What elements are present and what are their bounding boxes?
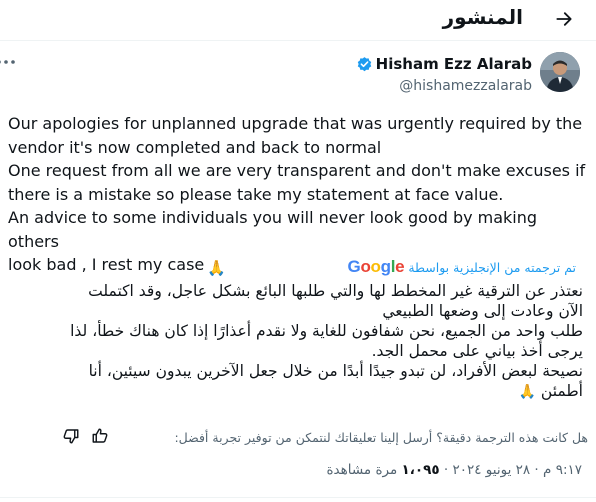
praying-hands-emoji: 🙏 bbox=[207, 259, 226, 277]
more-options-icon[interactable] bbox=[0, 53, 18, 71]
praying-hands-emoji-translation: 🙏 bbox=[518, 384, 536, 400]
views-count: ١،٠٩٥ bbox=[401, 462, 440, 478]
thumbs-down-icon[interactable] bbox=[62, 427, 80, 445]
thumbs-up-icon[interactable] bbox=[91, 427, 109, 445]
google-logo-icon: Google bbox=[347, 257, 405, 276]
author-name-row: Hisham Ezz Alarab bbox=[356, 55, 532, 73]
page-title: المنشور bbox=[442, 5, 523, 29]
tweet-text-body: Our apologies for unplanned upgrade that… bbox=[8, 114, 586, 274]
translated-by-label[interactable]: تم ترجمته من الإنجليزية بواسطة bbox=[408, 260, 576, 275]
author-name[interactable]: Hisham Ezz Alarab bbox=[376, 55, 532, 73]
author-row: Hisham Ezz Alarab @hishamezzalarab bbox=[0, 52, 580, 100]
views-label: مرة مشاهدة bbox=[326, 462, 398, 478]
avatar-image bbox=[540, 52, 580, 92]
verified-badge-icon bbox=[357, 56, 371, 71]
tweet-time[interactable]: ٩:١٧ م bbox=[543, 462, 582, 478]
meta-separator: · bbox=[439, 462, 449, 478]
bottom-divider bbox=[0, 497, 596, 498]
translated-by: تم ترجمته من الإنجليزية بواسطة Google bbox=[348, 257, 577, 277]
tweet-text: Our apologies for unplanned upgrade that… bbox=[8, 112, 588, 281]
back-arrow-icon[interactable] bbox=[554, 9, 574, 29]
author-handle[interactable]: @hishamezzalarab bbox=[399, 78, 532, 94]
avatar[interactable] bbox=[540, 52, 580, 92]
header: المنشور bbox=[0, 0, 596, 40]
translation-feedback-question: هل كانت هذه الترجمة دقيقة؟ أرسل إلينا تع… bbox=[174, 430, 588, 445]
header-divider bbox=[0, 40, 596, 41]
tweet-meta: ٩:١٧ م · ٢٨ يونيو ٢٠٢٤ · ١،٠٩٥ مرة مشاهد… bbox=[326, 462, 582, 478]
tweet-date[interactable]: ٢٨ يونيو ٢٠٢٤ bbox=[452, 462, 530, 478]
meta-separator: · bbox=[530, 462, 539, 478]
translated-text-body: نعتذر عن الترقية غير المخطط لها والتي طل… bbox=[70, 282, 583, 400]
translated-text: نعتذر عن الترقية غير المخطط لها والتي طل… bbox=[8, 281, 583, 402]
